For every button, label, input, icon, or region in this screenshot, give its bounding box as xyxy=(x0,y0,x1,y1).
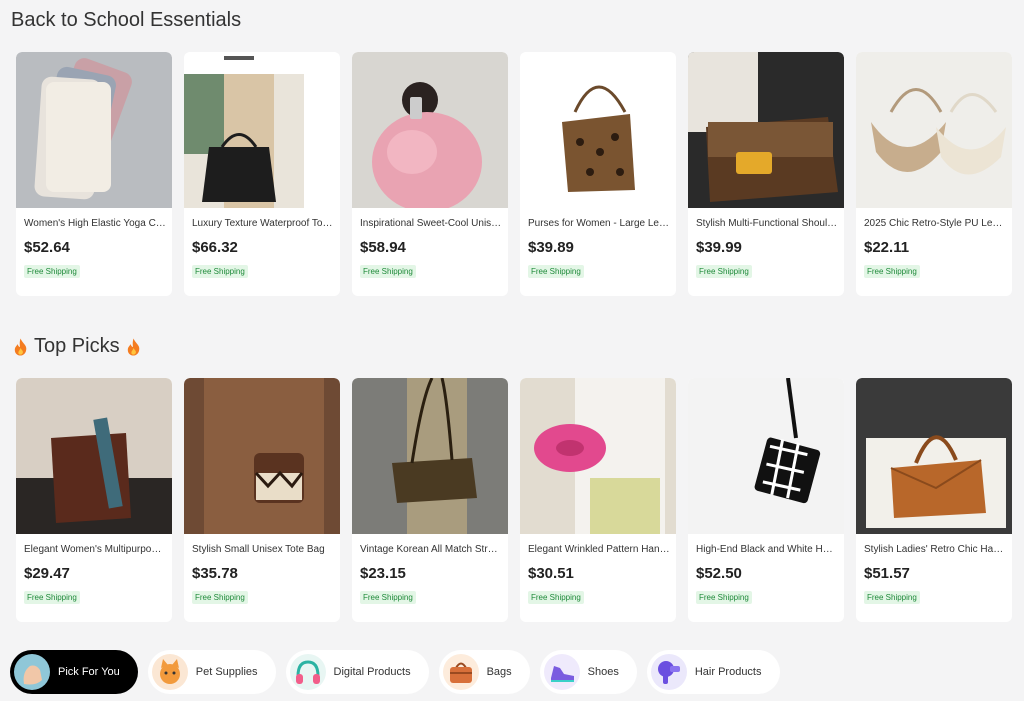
product-price: $29.47 xyxy=(24,565,70,582)
free-shipping-badge: Free Shipping xyxy=(528,591,584,604)
product-grid-top-picks: Elegant Women's Multipurpose Bag $29.47 … xyxy=(16,378,1012,622)
product-image[interactable] xyxy=(856,52,1012,208)
section-title-top-picks: Top Picks xyxy=(11,335,143,358)
free-shipping-badge: Free Shipping xyxy=(24,591,80,604)
product-title[interactable]: Stylish Multi-Functional Shoulder Bag xyxy=(696,218,838,229)
product-card[interactable]: Inspirational Sweet-Cool Unisex Coat $58… xyxy=(352,52,508,296)
free-shipping-badge: Free Shipping xyxy=(360,265,416,278)
shoe-icon xyxy=(543,654,580,690)
tab-digital-products[interactable]: Digital Products xyxy=(285,650,429,694)
cat-icon xyxy=(151,654,188,690)
product-image[interactable] xyxy=(16,378,172,534)
product-card[interactable]: Luxury Texture Waterproof Tote Bag $66.3… xyxy=(184,52,340,296)
product-price: $30.51 xyxy=(528,565,574,582)
hair-dryer-icon xyxy=(650,654,687,690)
tab-label: Digital Products xyxy=(333,666,411,678)
product-price: $23.15 xyxy=(360,565,406,582)
product-image[interactable] xyxy=(16,52,172,208)
flame-icon xyxy=(14,337,27,356)
free-shipping-badge: Free Shipping xyxy=(24,265,80,278)
product-image[interactable] xyxy=(520,378,676,534)
tab-shoes[interactable]: Shoes xyxy=(539,650,637,694)
product-price: $52.50 xyxy=(696,565,742,582)
hand-icon xyxy=(14,654,50,690)
tab-label: Shoes xyxy=(587,666,619,678)
product-title[interactable]: Stylish Ladies' Retro Chic Handbag xyxy=(864,544,1006,555)
product-title[interactable]: Stylish Small Unisex Tote Bag xyxy=(192,544,334,555)
product-title[interactable]: Luxury Texture Waterproof Tote Bag xyxy=(192,218,334,229)
tab-pick-for-you[interactable]: Pick For You xyxy=(10,650,138,694)
tab-pet-supplies[interactable]: Pet Supplies xyxy=(147,650,276,694)
free-shipping-badge: Free Shipping xyxy=(696,265,752,278)
product-title[interactable]: High-End Black and White Handbag xyxy=(696,544,838,555)
product-image[interactable] xyxy=(520,52,676,208)
free-shipping-badge: Free Shipping xyxy=(864,591,920,604)
product-image[interactable] xyxy=(184,52,340,208)
product-title[interactable]: 2025 Chic Retro-Style PU Leather Bag xyxy=(864,218,1006,229)
product-price: $58.94 xyxy=(360,239,406,256)
product-card[interactable]: High-End Black and White Handbag $52.50 … xyxy=(688,378,844,622)
product-title[interactable]: Elegant Wrinkled Pattern Handbag xyxy=(528,544,670,555)
product-price: $22.11 xyxy=(864,239,910,256)
product-title[interactable]: Inspirational Sweet-Cool Unisex Coat xyxy=(360,218,502,229)
product-card[interactable]: Stylish Multi-Functional Shoulder Bag $3… xyxy=(688,52,844,296)
product-image[interactable] xyxy=(856,378,1012,534)
product-price: $39.89 xyxy=(528,239,574,256)
product-card[interactable]: Stylish Small Unisex Tote Bag $35.78 Fre… xyxy=(184,378,340,622)
section-title-back-to-school: Back to School Essentials xyxy=(11,9,242,31)
product-title[interactable]: Women's High Elastic Yoga Clothing Set xyxy=(24,218,166,229)
tab-label: Pick For You xyxy=(58,666,120,678)
product-card[interactable]: 2025 Chic Retro-Style PU Leather Bag $22… xyxy=(856,52,1012,296)
free-shipping-badge: Free Shipping xyxy=(360,591,416,604)
free-shipping-badge: Free Shipping xyxy=(864,265,920,278)
free-shipping-badge: Free Shipping xyxy=(192,591,248,604)
product-grid-back-to-school: Women's High Elastic Yoga Clothing Set $… xyxy=(16,52,1012,296)
product-price: $35.78 xyxy=(192,565,238,582)
product-title[interactable]: Vintage Korean All Match Strap Bag xyxy=(360,544,502,555)
product-card[interactable]: Stylish Ladies' Retro Chic Handbag $51.5… xyxy=(856,378,1012,622)
product-card[interactable]: Women's High Elastic Yoga Clothing Set $… xyxy=(16,52,172,296)
product-card[interactable]: Elegant Wrinkled Pattern Handbag $30.51 … xyxy=(520,378,676,622)
headphones-icon xyxy=(289,654,326,690)
product-card[interactable]: Vintage Korean All Match Strap Bag $23.1… xyxy=(352,378,508,622)
product-card[interactable]: Purses for Women - Large Leopard Bag $39… xyxy=(520,52,676,296)
free-shipping-badge: Free Shipping xyxy=(696,591,752,604)
tab-bags[interactable]: Bags xyxy=(438,650,530,694)
tab-hair-products[interactable]: Hair Products xyxy=(646,650,780,694)
product-title[interactable]: Purses for Women - Large Leopard Bag xyxy=(528,218,670,229)
product-image[interactable] xyxy=(184,378,340,534)
product-image[interactable] xyxy=(352,378,508,534)
free-shipping-badge: Free Shipping xyxy=(192,265,248,278)
product-title[interactable]: Elegant Women's Multipurpose Bag xyxy=(24,544,166,555)
flame-icon xyxy=(127,337,139,356)
category-tabs: Pick For You Pet Supplies Digital Produc… xyxy=(10,650,780,694)
product-card[interactable]: Elegant Women's Multipurpose Bag $29.47 … xyxy=(16,378,172,622)
tab-label: Pet Supplies xyxy=(195,666,258,678)
product-price: $51.57 xyxy=(864,565,910,582)
product-image[interactable] xyxy=(352,52,508,208)
product-price: $39.99 xyxy=(696,239,742,256)
product-image[interactable] xyxy=(688,378,844,534)
tab-label: Bags xyxy=(486,666,512,678)
product-price: $66.32 xyxy=(192,239,238,256)
free-shipping-badge: Free Shipping xyxy=(528,265,584,278)
tab-label: Hair Products xyxy=(694,666,762,678)
product-image[interactable] xyxy=(688,52,844,208)
bag-icon xyxy=(442,654,479,690)
product-price: $52.64 xyxy=(24,239,70,256)
